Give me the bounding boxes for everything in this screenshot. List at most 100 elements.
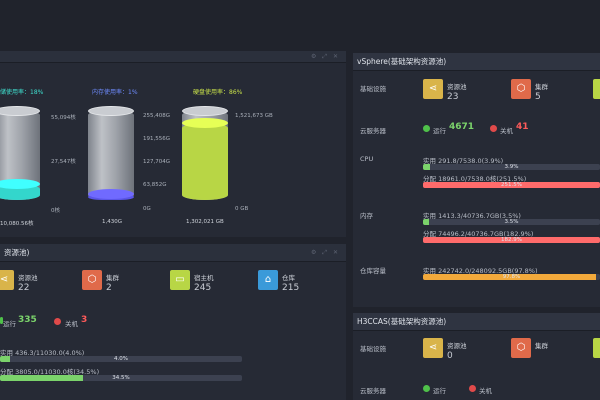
cpu-used-bar-pct: 4.0%	[114, 356, 128, 362]
off-label: 关机	[65, 320, 78, 328]
panel-tools[interactable]: ⚙ ⤢ ✕	[311, 244, 340, 262]
share-icon[interactable]: ⋖	[423, 338, 443, 358]
off-status-icon	[469, 385, 476, 392]
off-status-icon	[490, 125, 497, 132]
running-status-icon	[423, 385, 430, 392]
h3c-panel: H3CCAS(基础架构资源池) 基础设施 ⋖ 资源池 0 ⬡ 集群 云服务器 运…	[353, 313, 600, 400]
tile-value: 245	[194, 283, 212, 293]
server-icon[interactable]	[593, 79, 600, 99]
h3c-header: H3CCAS(基础架构资源池)	[353, 313, 600, 331]
tile-label: 集群	[106, 274, 119, 282]
cylinder-fill-top	[182, 117, 228, 128]
off-status-icon	[54, 318, 61, 325]
gauge-total-disk: 1,302,021 GB	[186, 219, 224, 225]
cpu-used-bar: 4.0%	[0, 356, 242, 362]
mem-used-bar-pct: 3.5%	[504, 219, 519, 225]
cube-icon[interactable]: ⬡	[82, 270, 102, 290]
gauge-panel-header: ⚙ ⤢ ✕	[0, 51, 346, 63]
tick-label: 0 GB	[235, 206, 249, 212]
cpu-alloc-bar-pct: 251.5%	[501, 182, 522, 188]
running-label: 运行	[433, 127, 446, 135]
cylinder-glass	[88, 110, 134, 200]
cloud-server-label: 云服务器	[360, 127, 386, 135]
infra-label: 基础设施	[360, 345, 386, 353]
mem-used-bar: 3.5%	[423, 219, 600, 225]
store-used-bar-pct: 97.8%	[502, 274, 521, 280]
cylinder-top	[88, 106, 134, 116]
tick-label: 0G	[143, 206, 151, 212]
left-pool-running-dot	[0, 317, 3, 324]
gauge-title-disk: 硬盘使用率：86%	[193, 89, 243, 96]
tick-label: 0核	[51, 208, 60, 214]
infra-label: 基础设施	[360, 85, 386, 93]
store-used-bar: 97.8%	[423, 274, 600, 280]
off-count[interactable]: 41	[516, 122, 529, 132]
running-count[interactable]: 335	[18, 315, 37, 325]
storage-gauge-panel: ⚙ ⤢ ✕ 储使用率：18% 55,094核 27,547核 0核 10,080…	[0, 51, 346, 237]
tile-label: 资源池	[18, 274, 38, 282]
gauge-total-cpu: 10,080.56核	[0, 221, 34, 227]
gauge-title-cpu: 储使用率：18%	[0, 89, 44, 96]
tile-label: 集群	[535, 342, 548, 350]
cpu-used-bar: 3.9%	[423, 164, 600, 170]
cylinder-fill-top	[88, 189, 134, 199]
off-label: 关机	[500, 127, 513, 135]
gauge-title-memory: 内存使用率：1%	[92, 89, 138, 96]
gauge-total-memory: 1,430G	[102, 219, 123, 225]
tile-value: 215	[282, 283, 300, 293]
running-count[interactable]: 4671	[449, 122, 474, 132]
warehouse-icon[interactable]: ⌂	[258, 270, 278, 290]
vsphere-header: vSphere(基础架构资源池)	[353, 53, 600, 71]
cylinder-gauge-disk	[182, 106, 228, 204]
tile-value: 0	[447, 351, 453, 361]
tile-value: 23	[447, 92, 459, 102]
h3c-title: H3CCAS(基础架构资源池)	[357, 317, 447, 326]
vsphere-title: vSphere(基础架构资源池)	[357, 57, 447, 66]
left-pool-panel: 资源池) ⚙ ⤢ ✕ ⋖ 资源池 22 ⬡ 集群 2 ▭ 宿主机 245 ⌂ 仓…	[0, 244, 346, 400]
tile-label: 集群	[535, 83, 548, 91]
panel-tools[interactable]: ⚙ ⤢ ✕	[311, 51, 340, 63]
cylinder-gauge-memory	[88, 106, 134, 204]
off-label: 关机	[479, 387, 492, 395]
cpu-label: CPU	[360, 155, 374, 163]
server-icon[interactable]: ▭	[170, 270, 190, 290]
cylinder-gauge-cpu	[0, 106, 40, 204]
server-icon[interactable]	[593, 338, 600, 358]
tile-value: 22	[18, 283, 30, 293]
cylinder-fill-top	[0, 178, 40, 189]
tile-value: 5	[535, 92, 541, 102]
running-label: 运行	[3, 320, 16, 328]
tick-label: 63,852G	[143, 182, 167, 188]
cpu-alloc-bar-pct: 34.5%	[112, 375, 130, 381]
mem-alloc-bar-pct: 182.9%	[501, 237, 522, 243]
cube-icon[interactable]: ⬡	[511, 338, 531, 358]
cpu-used-bar-pct: 3.9%	[504, 164, 519, 170]
storage-capacity-label: 仓库容量	[360, 267, 386, 275]
tick-label: 127,704G	[143, 159, 171, 165]
cylinder-top	[182, 106, 228, 116]
tick-label: 55,094核	[51, 115, 76, 121]
tile-label: 宿主机	[194, 274, 214, 282]
left-pool-header: 资源池) ⚙ ⤢ ✕	[0, 244, 346, 262]
tick-label: 1,521,673 GB	[235, 113, 273, 119]
share-icon[interactable]: ⋖	[423, 79, 443, 99]
tile-label: 资源池	[447, 83, 467, 91]
tile-value: 2	[106, 283, 112, 293]
share-icon[interactable]: ⋖	[0, 270, 14, 290]
cloud-server-label: 云服务器	[360, 387, 386, 395]
running-label: 运行	[433, 387, 446, 395]
running-status-icon	[423, 125, 430, 132]
tile-label: 仓库	[282, 274, 295, 282]
tick-label: 255,408G	[143, 113, 171, 119]
cube-icon[interactable]: ⬡	[511, 79, 531, 99]
tick-label: 27,547核	[51, 159, 76, 165]
cpu-alloc-bar: 251.5%	[423, 182, 600, 188]
memory-label: 内存	[360, 212, 373, 220]
mem-alloc-bar: 182.9%	[423, 237, 600, 243]
tick-label: 191,556G	[143, 136, 171, 142]
cpu-alloc-bar: 34.5%	[0, 375, 242, 381]
vsphere-panel: vSphere(基础架构资源池) 基础设施 ⋖ 资源池 23 ⬡ 集群 5 云服…	[353, 53, 600, 307]
off-count[interactable]: 3	[81, 315, 87, 325]
left-pool-title: 资源池)	[4, 248, 30, 257]
cylinder-fill	[182, 122, 228, 200]
